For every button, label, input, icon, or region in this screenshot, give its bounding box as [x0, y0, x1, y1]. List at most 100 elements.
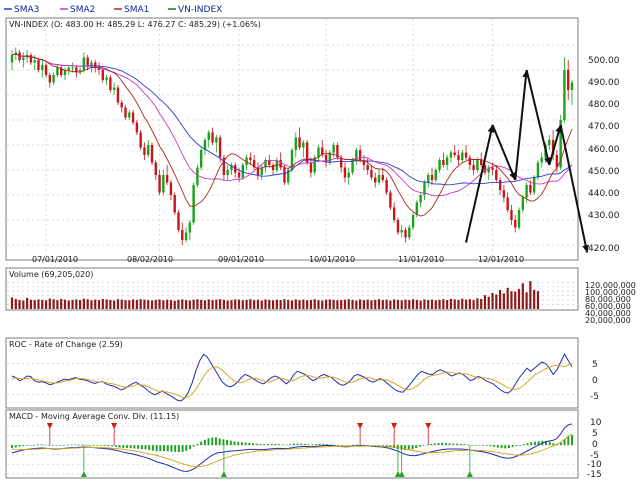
volume-bar	[396, 299, 400, 309]
candle-body	[33, 60, 36, 63]
volume-bar	[10, 297, 14, 309]
candle-body	[41, 65, 44, 70]
volume-bar	[370, 300, 373, 309]
candle-body	[211, 132, 214, 143]
volume-bar	[260, 300, 263, 309]
legend-item-sma3[interactable]: SMA3	[4, 5, 39, 15]
candle-body	[29, 55, 33, 63]
candle-body	[457, 155, 460, 160]
volume-bar	[41, 299, 44, 309]
volume-bar	[517, 288, 521, 309]
candle-body	[532, 177, 536, 193]
macd-histogram-bar	[352, 444, 355, 446]
candle-body	[154, 162, 157, 175]
candle-body	[112, 87, 116, 90]
macd-histogram-bar	[348, 445, 351, 446]
candle-body	[374, 177, 377, 183]
candle-body	[498, 180, 502, 190]
macd-histogram-bar	[433, 443, 436, 446]
roc-y-axis: 5 0 -5	[590, 360, 599, 402]
volume-bar	[181, 299, 184, 309]
volume-bar	[275, 299, 278, 309]
volume-bar	[525, 292, 528, 309]
volume-bar	[222, 299, 225, 309]
macd-histogram-bar	[355, 444, 358, 446]
stock-chart: SMA3 SMA2 SMA1 VN-INDEX VN-INDEX (O: 483…	[4, 5, 636, 480]
price-header: VN-INDEX (O: 483.00 H: 485.29 L: 476.27 …	[9, 20, 261, 29]
macd-histogram-bar	[151, 445, 154, 451]
volume-bar	[487, 296, 490, 309]
volume-bar	[381, 300, 384, 309]
candle-body	[525, 185, 528, 198]
macd-histogram-bar	[222, 439, 225, 446]
volume-bar	[37, 299, 40, 309]
candle-body	[298, 137, 301, 148]
candle-body	[10, 55, 14, 63]
volume-bar	[256, 299, 260, 309]
volume-bar	[366, 299, 369, 309]
candle-body	[434, 170, 437, 180]
candle-body	[302, 142, 305, 148]
volume-bar	[457, 299, 460, 309]
macd-histogram-bar	[92, 445, 95, 446]
macd-histogram-bar	[415, 445, 418, 449]
macd-histogram-bar	[511, 445, 514, 448]
candle-body	[101, 70, 105, 80]
candle-body	[116, 87, 120, 103]
macd-histogram-bar	[18, 445, 21, 447]
macd-histogram-bar	[500, 445, 503, 449]
candle-body	[548, 140, 551, 145]
price-y-tick-label: 490.00	[588, 78, 620, 88]
volume-bar	[268, 299, 271, 309]
candle-body	[351, 160, 354, 173]
volume-bar	[294, 299, 297, 309]
macd-histogram-bar	[496, 445, 499, 448]
volume-bar	[453, 299, 456, 309]
x-tick-label: 11/01/2010	[398, 255, 444, 264]
macd-histogram-bar	[322, 443, 325, 446]
candle-body	[385, 180, 388, 193]
macd-histogram-bar	[51, 445, 54, 446]
macd-histogram-bar	[36, 444, 39, 446]
candle-body	[71, 67, 74, 69]
volume-bar	[419, 300, 422, 309]
volume-bar	[343, 299, 347, 309]
volume-bar	[128, 300, 131, 309]
candle-body	[158, 175, 161, 193]
candle-body	[147, 145, 150, 155]
macd-histogram-bar	[318, 443, 321, 446]
volume-bar	[109, 299, 112, 309]
candle-body	[109, 77, 112, 90]
macd-histogram-bar	[341, 445, 344, 446]
price-y-tick-label: 420.00	[588, 244, 620, 254]
legend-item-sma2[interactable]: SMA2	[60, 5, 95, 15]
candle-body	[188, 222, 192, 233]
macd-histogram-bar	[448, 443, 451, 446]
candle-body	[309, 162, 313, 173]
macd-histogram-bar	[493, 445, 496, 447]
candle-body	[143, 147, 146, 155]
macd-histogram-bar	[163, 445, 166, 452]
x-tick-label: 09/01/2010	[218, 255, 264, 264]
legend-item-vn-index[interactable]: VN-INDEX	[168, 5, 222, 15]
legend-item-sma1[interactable]: SMA1	[114, 5, 149, 15]
macd-histogram-bar	[66, 444, 69, 446]
candle-body	[150, 145, 154, 163]
volume-bar	[166, 299, 169, 309]
price-y-tick-label: 460.00	[588, 145, 620, 155]
candle-body	[453, 152, 456, 155]
volume-bar	[438, 299, 441, 309]
macd-histogram-bar	[296, 443, 299, 446]
candle-body	[237, 172, 241, 178]
candle-body	[563, 70, 566, 120]
candle-body	[184, 232, 188, 240]
volume-bar	[385, 299, 388, 309]
volume-bar	[476, 298, 479, 309]
macd-histogram-bar	[229, 440, 232, 446]
candle-body	[495, 170, 498, 180]
volume-header: Volume (69,205,020)	[9, 270, 93, 279]
macd-histogram-bar	[118, 445, 121, 448]
volume-bar	[408, 300, 411, 309]
candle-body	[165, 175, 169, 183]
macd-histogram-bar	[489, 445, 492, 447]
